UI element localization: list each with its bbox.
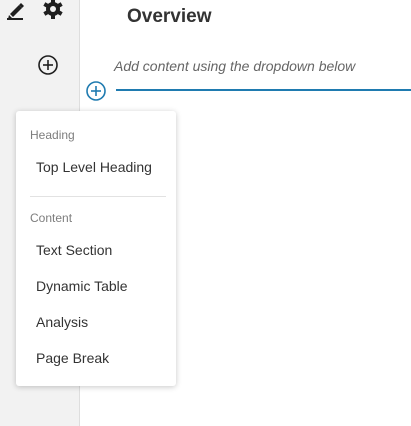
pen-icon[interactable] [4,0,28,20]
empty-content-hint: Add content using the dropdown below [114,58,356,74]
menu-item-text-section[interactable]: Text Section [36,242,112,258]
menu-item-dynamic-table[interactable]: Dynamic Table [36,278,128,294]
add-content-dropdown: Heading Top Level Heading Content Text S… [16,111,176,386]
dropdown-divider [30,196,166,197]
dropdown-group-content: Content [30,211,73,225]
menu-item-page-break[interactable]: Page Break [36,350,109,366]
insert-add-button[interactable] [85,80,107,102]
dropdown-group-heading: Heading [30,128,75,142]
menu-item-top-level-heading[interactable]: Top Level Heading [36,159,152,175]
insert-indicator-line [116,89,411,91]
add-circle-icon[interactable] [37,54,59,76]
page-title: Overview [127,6,212,27]
menu-item-analysis[interactable]: Analysis [36,314,88,330]
gear-icon[interactable] [42,0,64,20]
